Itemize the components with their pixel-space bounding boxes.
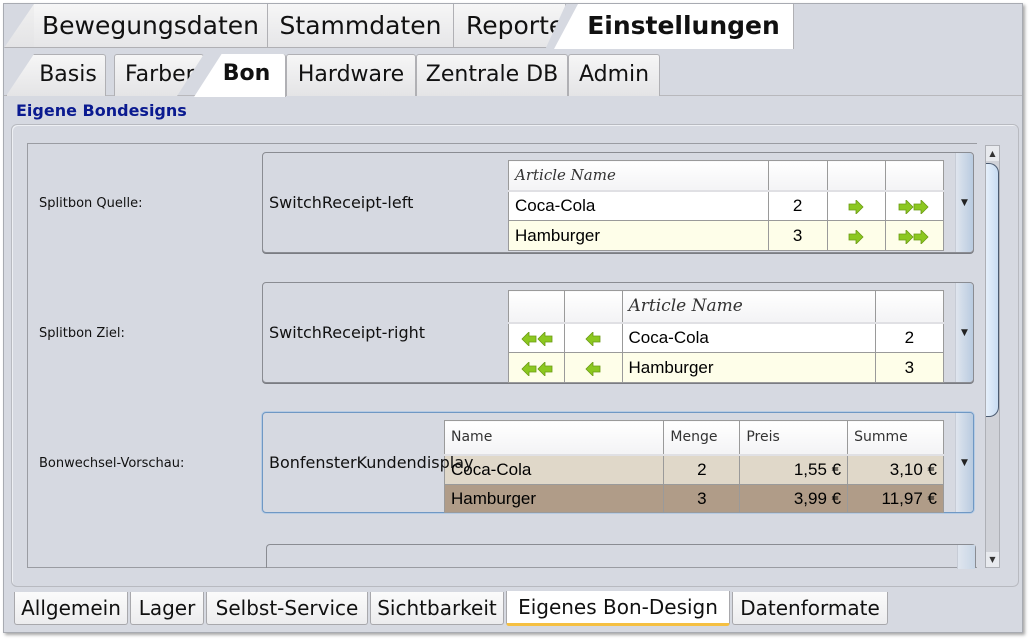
double-arrow-left-icon: [507, 322, 566, 353]
column-header: [767, 160, 828, 192]
chevron-down-icon: ▼: [961, 327, 968, 338]
article-name: Coca-Cola: [443, 454, 665, 485]
label-splitbon-quelle: Splitbon Quelle:: [39, 196, 143, 211]
tab-edge-decoration: [4, 4, 34, 48]
preview-table: Name Menge Preis Summe Coca-Cola 2 1,55 …: [443, 420, 944, 513]
tab-sichtbarkeit[interactable]: Sichtbarkeit: [370, 592, 504, 625]
scrollbar-thumb[interactable]: [986, 163, 999, 417]
design-select-bonwechsel-vorschau[interactable]: Name Menge Preis Summe Coca-Cola 2 1,55 …: [262, 412, 974, 513]
column-header: Preis: [739, 420, 849, 456]
design-name: BonfensterKundendisplay: [269, 453, 474, 472]
tab-stammdaten[interactable]: Stammdaten: [268, 4, 454, 48]
table-row: Hamburger 3: [507, 352, 945, 383]
preview-table: Article Name Coca-Cola 2 Hamburger 3: [507, 290, 945, 383]
table-row: Coca-Cola 2: [508, 190, 945, 221]
dropdown-button[interactable]: ▼: [955, 153, 973, 252]
quantity: 3: [767, 220, 828, 251]
chevron-down-icon: ▼: [961, 197, 968, 208]
table-row: Hamburger 3: [508, 220, 945, 251]
section-title: Eigene Bondesigns: [16, 101, 187, 120]
price: 3,99 €: [739, 484, 849, 513]
tab-selbst-service[interactable]: Selbst-Service: [206, 592, 368, 625]
column-header: Article Name: [508, 160, 769, 192]
bottom-tabbar: Allgemein Lager Selbst-Service Sichtbark…: [4, 588, 1022, 632]
design-select-splitbon-quelle[interactable]: SwitchReceipt-left Article Name Coca-Col…: [262, 152, 974, 253]
dropdown-button[interactable]: ▼: [955, 283, 973, 382]
quantity: 3: [874, 352, 945, 383]
sum: 3,10 €: [847, 454, 944, 485]
tab-allgemein[interactable]: Allgemein: [14, 592, 128, 625]
scroll-up-icon[interactable]: ▲: [986, 146, 999, 161]
arrow-left-icon: [564, 322, 623, 353]
double-arrow-right-icon: [884, 190, 945, 221]
quantity: 2: [767, 190, 828, 221]
column-header: [507, 290, 566, 324]
chevron-down-icon: ▼: [961, 457, 968, 468]
column-header: [564, 290, 623, 324]
sub-tabbar: Basis Farben Bon Hardware Zentrale DB Ad…: [4, 50, 1022, 97]
settings-window: Bewegungsdaten Stammdaten Reporte Einste…: [3, 3, 1023, 633]
tab-farben[interactable]: Farben: [114, 54, 204, 96]
tab-eigenes-bon-design[interactable]: Eigenes Bon-Design: [506, 591, 730, 626]
article-name: Coca-Cola: [508, 190, 769, 221]
price: 1,55 €: [739, 454, 849, 485]
arrow-left-icon: [564, 352, 623, 383]
column-header: [884, 160, 945, 192]
tab-hardware[interactable]: Hardware: [286, 54, 416, 96]
quantity: 3: [663, 484, 741, 513]
tab-lager[interactable]: Lager: [130, 592, 204, 625]
article-name: Coca-Cola: [621, 322, 876, 353]
tab-bon[interactable]: Bon: [194, 54, 286, 97]
tab-datenformate[interactable]: Datenformate: [732, 592, 888, 625]
tab-zentrale-db[interactable]: Zentrale DB: [416, 54, 568, 96]
tab-admin[interactable]: Admin: [568, 54, 660, 96]
column-header: Summe: [847, 420, 944, 456]
column-header: Article Name: [621, 290, 876, 324]
column-header: [826, 160, 886, 192]
sum: 11,97 €: [847, 484, 944, 513]
table-row: Coca-Cola 2 1,55 € 3,10 €: [443, 454, 944, 485]
vertical-scrollbar[interactable]: ▲ ▼: [985, 145, 1000, 568]
scroll-down-icon[interactable]: ▼: [986, 552, 999, 567]
tab-reporte[interactable]: Reporte: [454, 4, 566, 48]
preview-table: Article Name Coca-Cola 2 Hamburger 3: [508, 160, 945, 251]
label-bonwechsel-vorschau: Bonwechsel-Vorschau:: [39, 456, 185, 471]
arrow-right-icon: [826, 220, 886, 251]
double-arrow-left-icon: [507, 352, 566, 383]
design-name: SwitchReceipt-right: [269, 323, 426, 342]
table-row: Coca-Cola 2: [507, 322, 945, 353]
label-splitbon-ziel: Splitbon Ziel:: [39, 326, 125, 341]
design-select-partial[interactable]: [266, 544, 976, 569]
tab-einstellungen[interactable]: Einstellungen: [554, 4, 794, 49]
dropdown-button[interactable]: ▼: [955, 413, 973, 512]
article-name: Hamburger: [621, 352, 876, 383]
quantity: 2: [663, 454, 741, 485]
column-header: Name: [443, 420, 665, 456]
design-name: SwitchReceipt-left: [269, 193, 414, 212]
article-name: Hamburger: [443, 484, 665, 513]
tab-basis[interactable]: Basis: [6, 54, 106, 96]
column-header: [874, 290, 945, 324]
table-row: Hamburger 3 3,99 € 11,97 €: [443, 484, 944, 513]
column-header: Menge: [663, 420, 741, 456]
dropdown-button[interactable]: [957, 545, 975, 569]
article-name: Hamburger: [508, 220, 769, 251]
double-arrow-right-icon: [884, 220, 945, 251]
quantity: 2: [874, 322, 945, 353]
design-select-splitbon-ziel[interactable]: SwitchReceipt-right Article Name Coca-Co…: [262, 282, 974, 383]
main-tabbar: Bewegungsdaten Stammdaten Reporte Einste…: [4, 4, 1022, 49]
arrow-right-icon: [826, 190, 886, 221]
tab-bewegungsdaten[interactable]: Bewegungsdaten: [34, 4, 268, 48]
